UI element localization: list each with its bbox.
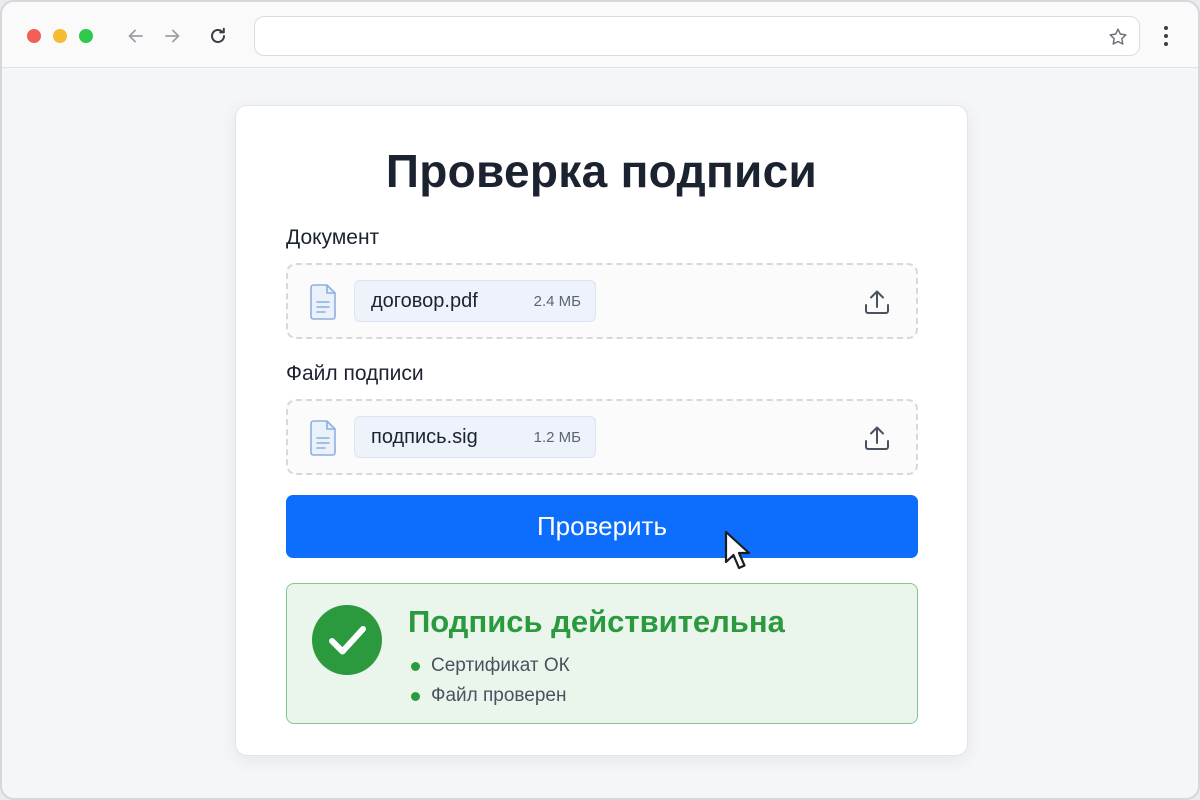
verification-result: Подпись действительна Сертификат ОК Файл… xyxy=(286,583,918,724)
upload-icon[interactable] xyxy=(862,423,892,453)
page-title: Проверка подписи xyxy=(385,145,818,197)
result-item-text: Сертификат ОК xyxy=(431,655,570,676)
close-window-button[interactable] xyxy=(27,29,41,43)
back-arrow-icon xyxy=(128,29,143,43)
result-item: Сертификат ОК xyxy=(409,651,570,681)
minimize-window-button[interactable] xyxy=(53,29,67,43)
back-button[interactable] xyxy=(124,24,148,48)
forward-button[interactable] xyxy=(160,24,184,48)
signature-file-name: подпись.sig xyxy=(371,426,478,448)
signature-file-size: 1.2 МБ xyxy=(533,429,581,446)
document-file-size: 2.4 МБ xyxy=(533,293,581,310)
reload-button[interactable] xyxy=(206,24,230,48)
result-item-text: Файл проверен xyxy=(431,685,567,706)
result-item: Файл проверен xyxy=(409,681,570,711)
browser-toolbar xyxy=(2,2,1198,68)
file-icon xyxy=(310,284,336,320)
result-details: Сертификат ОК Файл проверен xyxy=(409,651,570,711)
document-label: Документ xyxy=(286,226,380,249)
kebab-menu-icon xyxy=(1164,26,1168,30)
check-circle-icon xyxy=(312,605,382,675)
signature-check-card: Проверка подписи Документ договор.pdf 2.… xyxy=(235,105,968,756)
signature-file-chip: подпись.sig 1.2 МБ xyxy=(354,416,596,458)
file-icon xyxy=(310,420,336,456)
document-file-chip: договор.pdf 2.4 МБ xyxy=(354,280,596,322)
address-bar[interactable] xyxy=(254,16,1140,56)
browser-menu-button[interactable] xyxy=(1154,24,1178,48)
result-title: Подпись действительна xyxy=(408,604,785,639)
star-icon[interactable] xyxy=(1107,26,1129,48)
browser-window: Проверка подписи Документ договор.pdf 2.… xyxy=(0,0,1200,800)
signature-label: Файл подписи xyxy=(286,362,424,385)
forward-arrow-icon xyxy=(165,29,180,43)
reload-icon xyxy=(211,27,225,43)
verify-button[interactable]: Проверить xyxy=(286,495,918,558)
signature-dropzone[interactable]: подпись.sig 1.2 МБ xyxy=(286,399,918,475)
document-file-name: договор.pdf xyxy=(371,290,478,312)
mouse-cursor-icon xyxy=(724,530,751,570)
maximize-window-button[interactable] xyxy=(79,29,93,43)
upload-icon[interactable] xyxy=(862,287,892,317)
document-dropzone[interactable]: договор.pdf 2.4 МБ xyxy=(286,263,918,339)
